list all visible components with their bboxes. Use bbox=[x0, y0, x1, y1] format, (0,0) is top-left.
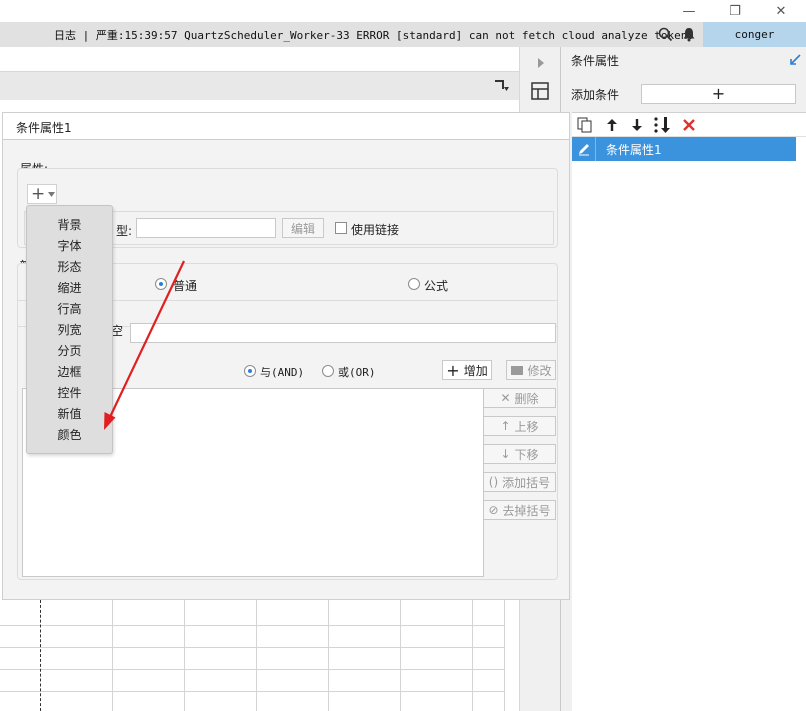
log-message[interactable]: 日志 | 严重:15:39:57 QuartzScheduler_Worker-… bbox=[54, 27, 694, 43]
menu-item-column-width[interactable]: 列宽 bbox=[27, 320, 112, 340]
edit-icon[interactable] bbox=[572, 137, 596, 161]
editor-header bbox=[0, 47, 519, 72]
delete-label: 删除 bbox=[514, 391, 539, 406]
restore-icon: ❐ bbox=[729, 3, 741, 19]
minimize-icon: — bbox=[682, 3, 696, 19]
mode-normal-label: 普通 bbox=[173, 279, 198, 293]
value-input[interactable] bbox=[130, 323, 556, 343]
logic-or-label: 或(OR) bbox=[338, 366, 376, 379]
use-link-checkbox[interactable] bbox=[335, 222, 347, 234]
chevron-down-icon bbox=[48, 191, 56, 197]
editor-toolbar bbox=[0, 72, 519, 100]
bell-icon[interactable] bbox=[682, 27, 696, 42]
log-bar: 日志 | 严重:15:39:57 QuartzScheduler_Worker-… bbox=[0, 22, 703, 47]
modify-button[interactable]: 修改 bbox=[506, 360, 556, 380]
username: conger bbox=[734, 28, 775, 41]
close-window-button[interactable]: ✕ bbox=[758, 0, 804, 22]
add-attribute-button[interactable]: + bbox=[27, 184, 57, 204]
spreadsheet-grid[interactable] bbox=[0, 600, 519, 711]
arrow-down-icon[interactable] bbox=[626, 115, 648, 135]
restore-button[interactable]: ❐ bbox=[712, 0, 758, 22]
attribute-menu: 背景 字体 形态 缩进 行高 列宽 分页 边框 控件 新值 颜色 bbox=[26, 205, 113, 454]
add-condition-button[interactable]: + 增加 bbox=[442, 360, 492, 380]
mode-formula-radio[interactable] bbox=[408, 278, 420, 290]
menu-item-indent[interactable]: 缩进 bbox=[27, 278, 112, 298]
condition-list-item[interactable]: 条件属性1 bbox=[572, 137, 796, 161]
condition-toolbar bbox=[572, 112, 806, 136]
user-account[interactable]: conger bbox=[703, 22, 806, 47]
expand-icon[interactable] bbox=[495, 80, 509, 93]
add-condition-label: 添加条件 bbox=[571, 88, 620, 102]
x-icon: ✕ bbox=[500, 391, 511, 405]
sort-icon[interactable] bbox=[651, 115, 673, 135]
mode-formula-label: 公式 bbox=[424, 279, 449, 293]
tab-condition-attribute[interactable]: 条件属性1 bbox=[16, 119, 72, 136]
edit-button[interactable]: 编辑 bbox=[282, 218, 324, 238]
delete-icon[interactable] bbox=[678, 115, 700, 135]
logic-or-radio[interactable] bbox=[322, 365, 334, 377]
copy-icon[interactable] bbox=[574, 115, 596, 135]
arrow-up-icon: ↑ bbox=[500, 419, 511, 433]
menu-item-pagination[interactable]: 分页 bbox=[27, 341, 112, 361]
menu-item-border[interactable]: 边框 bbox=[27, 362, 112, 382]
remove-bracket-icon: ⊘ bbox=[488, 503, 499, 517]
logic-and-radio[interactable] bbox=[244, 365, 256, 377]
panel-title: 条件属性 bbox=[571, 54, 620, 68]
condition-item-label: 条件属性1 bbox=[606, 142, 662, 157]
close-icon: ✕ bbox=[775, 3, 787, 19]
dialog-tab-bar: 条件属性1 bbox=[3, 113, 569, 140]
pin-icon[interactable] bbox=[789, 53, 802, 66]
logic-and-label: 与(AND) bbox=[260, 366, 305, 379]
type-input[interactable] bbox=[136, 218, 276, 238]
move-down-label: 下移 bbox=[514, 447, 539, 462]
arrow-down-icon: ↓ bbox=[500, 447, 511, 461]
add-bracket-label: 添加括号 bbox=[502, 475, 551, 490]
menu-item-row-height[interactable]: 行高 bbox=[27, 299, 112, 319]
menu-item-widget[interactable]: 控件 bbox=[27, 383, 112, 403]
arrow-up-icon[interactable] bbox=[601, 115, 623, 135]
menu-item-color[interactable]: 颜色 bbox=[27, 425, 112, 445]
remove-bracket-label: 去掉括号 bbox=[502, 503, 551, 518]
move-down-button[interactable]: ↓ 下移 bbox=[483, 444, 556, 464]
search-icon[interactable] bbox=[658, 27, 673, 42]
delete-button[interactable]: ✕ 删除 bbox=[483, 388, 556, 408]
move-up-label: 上移 bbox=[514, 419, 539, 434]
move-up-button[interactable]: ↑ 上移 bbox=[483, 416, 556, 436]
condition-panel: 条件属性 添加条件 + 条件属性1 bbox=[560, 47, 806, 711]
menu-item-shape[interactable]: 形态 bbox=[27, 257, 112, 277]
plus-icon: + bbox=[446, 360, 460, 380]
modify-label: 修改 bbox=[527, 363, 552, 378]
minimize-button[interactable]: — bbox=[666, 0, 712, 22]
menu-item-font[interactable]: 字体 bbox=[27, 236, 112, 256]
condition-list: 条件属性1 bbox=[572, 136, 806, 711]
modify-icon bbox=[511, 366, 524, 375]
menu-item-background[interactable]: 背景 bbox=[27, 215, 112, 235]
add-label: 增加 bbox=[463, 363, 488, 378]
menu-item-new-value[interactable]: 新值 bbox=[27, 404, 112, 424]
bracket-icon: () bbox=[488, 475, 499, 489]
add-bracket-button[interactable]: () 添加括号 bbox=[483, 472, 556, 492]
mode-normal-radio[interactable] bbox=[155, 278, 167, 290]
add-condition-button[interactable]: + bbox=[641, 84, 796, 104]
type-label: 型: bbox=[116, 224, 133, 238]
use-link-label: 使用链接 bbox=[351, 223, 400, 237]
layout-icon[interactable] bbox=[531, 82, 549, 100]
remove-bracket-button[interactable]: ⊘ 去掉括号 bbox=[483, 500, 556, 520]
plus-icon: + bbox=[31, 183, 46, 204]
chevron-right-icon[interactable] bbox=[537, 58, 545, 68]
